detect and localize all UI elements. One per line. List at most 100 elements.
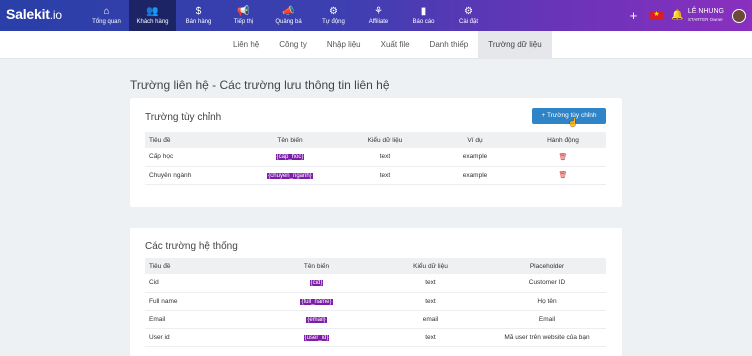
vietnam-flag-icon[interactable]	[649, 10, 664, 20]
column-header: Tên biến	[240, 132, 340, 148]
user-plan: STARTER	[687, 16, 709, 22]
tab-import[interactable]: Nhập liệu	[317, 31, 371, 59]
avatar[interactable]	[732, 8, 746, 23]
custom-fields-heading: Trường tùy chỉnh	[145, 112, 222, 123]
dollar-icon: $	[195, 6, 202, 17]
tab-companies[interactable]: Công ty	[269, 31, 317, 59]
field-placeholder: Họ tên	[488, 292, 606, 311]
field-title: User id	[145, 328, 260, 347]
nav-item-reports[interactable]: ▮ Báo cáo	[401, 0, 446, 31]
tab-export[interactable]: Xuất file	[371, 31, 420, 59]
field-type: text	[340, 166, 430, 185]
nav-item-customers[interactable]: 👥 Khách hàng	[129, 0, 176, 31]
table-row: Chuyên ngành {chuyen_nganh} text example…	[145, 166, 606, 185]
nav-item-automation[interactable]: ⚙ Tự động	[311, 0, 356, 31]
column-header: Tiêu đề	[145, 132, 240, 148]
nav-label: Tự động	[322, 19, 345, 25]
table-row: User id {user_id} text Mã user trên webs…	[145, 328, 606, 347]
nav-item-promotion[interactable]: 📣 Quảng bá	[266, 0, 311, 31]
column-header: Ví dụ	[430, 132, 520, 148]
field-type: text	[373, 274, 488, 293]
logo[interactable]: Salekit.io	[6, 6, 62, 22]
logo-suffix: .io	[49, 8, 62, 22]
top-navbar: Salekit.io ⌂ Tổng quan 👥 Khách hàng $ Bán h…	[0, 0, 752, 31]
column-header: Kiểu dữ liệu	[373, 258, 488, 274]
nav-label: Tiếp thị	[233, 19, 254, 25]
field-title: Cấp học	[145, 148, 240, 167]
user-name: LÊ NHUNG	[687, 7, 724, 15]
field-variable: {email}	[260, 310, 373, 329]
nav-label: Affiliate	[368, 19, 389, 25]
table-row: Cid {cid} text Customer ID	[145, 274, 606, 293]
column-header: Placeholder	[488, 258, 606, 274]
field-variable: {cap_hoc}	[240, 148, 340, 167]
tab-business-cards[interactable]: Danh thiếp	[420, 31, 479, 59]
field-actions: 🗑	[520, 148, 606, 167]
navbar-right: + 🔔 LÊ NHUNG STARTER Owner	[630, 0, 746, 31]
field-example: example	[430, 148, 520, 167]
variable-tag: {full_name}	[300, 298, 333, 305]
chart-icon: ▮	[420, 6, 427, 17]
field-variable: {chuyen_nganh}	[240, 166, 340, 185]
field-title: Cid	[145, 274, 260, 293]
nav-label: Quảng bá	[275, 19, 302, 25]
home-icon: ⌂	[103, 6, 110, 17]
user-plan-role: STARTER Owner	[688, 16, 724, 24]
nav-label: Khách hàng	[136, 19, 169, 25]
system-fields-heading: Các trường hệ thống	[145, 241, 238, 252]
user-role: Owner	[709, 16, 723, 22]
system-fields-table: Tiêu đề Tên biến Kiểu dữ liệu Placeholde…	[145, 258, 606, 347]
field-actions: 🗑	[520, 166, 606, 185]
tab-contacts[interactable]: Liên hệ	[223, 31, 269, 59]
nav-item-settings[interactable]: ⚙ Cài đặt	[446, 0, 491, 31]
variable-tag: {user_id}	[303, 334, 330, 341]
bell-icon[interactable]: 🔔	[671, 10, 683, 21]
custom-fields-table: Tiêu đề Tên biến Kiểu dữ liệu Ví dụ Hành…	[145, 132, 606, 185]
automation-icon: ⚙	[329, 6, 338, 17]
field-variable: {cid}	[260, 274, 373, 293]
field-placeholder: Email	[488, 310, 606, 329]
field-type: text	[373, 292, 488, 311]
column-header: Kiểu dữ liệu	[340, 132, 430, 148]
variable-tag: {email}	[306, 316, 327, 323]
field-type: email	[373, 310, 488, 329]
nav-label: Cài đặt	[458, 19, 478, 25]
field-placeholder: Customer ID	[488, 274, 606, 293]
system-fields-card: Các trường hệ thống Tiêu đề Tên biến Kiể…	[130, 228, 622, 356]
variable-tag: {cap_hoc}	[275, 154, 305, 161]
field-title: Email	[145, 310, 260, 329]
nav-label: Bán hàng	[185, 19, 212, 25]
table-row: Cấp học {cap_hoc} text example 🗑	[145, 148, 606, 167]
column-header: Tiêu đề	[145, 258, 260, 274]
page-title: Trường liên hệ - Các trường lưu thông ti…	[130, 78, 390, 92]
field-title: Chuyên ngành	[145, 166, 240, 185]
field-type: text	[373, 328, 488, 347]
main-nav: ⌂ Tổng quan 👥 Khách hàng $ Bán hàng 📢 Tiếp t…	[84, 0, 491, 31]
megaphone-icon: 📢	[237, 6, 250, 17]
nav-item-overview[interactable]: ⌂ Tổng quan	[84, 0, 129, 31]
nav-item-sales[interactable]: $ Bán hàng	[176, 0, 221, 31]
network-icon: ⚘	[374, 6, 383, 17]
tab-data-fields[interactable]: Trường dữ liệu	[478, 31, 552, 59]
field-title: Full name	[145, 292, 260, 311]
field-example: example	[430, 166, 520, 185]
gear-icon: ⚙	[464, 6, 473, 17]
bullhorn-icon: 📣	[282, 6, 295, 17]
trash-icon[interactable]: 🗑	[559, 154, 568, 161]
nav-item-affiliate[interactable]: ⚘ Affiliate	[356, 0, 401, 31]
variable-tag: {cid}	[309, 280, 324, 287]
column-header: Hành động	[520, 132, 606, 148]
custom-fields-card: Trường tùy chỉnh + Trường tùy chỉnh ☝ Ti…	[130, 98, 622, 207]
nav-label: Tổng quan	[92, 19, 121, 25]
field-variable: {full_name}	[260, 292, 373, 311]
users-icon: 👥	[146, 6, 159, 17]
variable-tag: {chuyen_nganh}	[267, 172, 313, 179]
column-header: Tên biến	[260, 258, 373, 274]
field-placeholder: Mã user trên website của bạn	[488, 328, 606, 347]
nav-label: Báo cáo	[412, 19, 435, 25]
trash-icon[interactable]: 🗑	[559, 172, 568, 179]
user-menu[interactable]: LÊ NHUNG STARTER Owner	[688, 8, 724, 24]
nav-item-marketing[interactable]: 📢 Tiếp thị	[221, 0, 266, 31]
plus-icon[interactable]: +	[630, 8, 638, 23]
field-type: text	[340, 148, 430, 167]
